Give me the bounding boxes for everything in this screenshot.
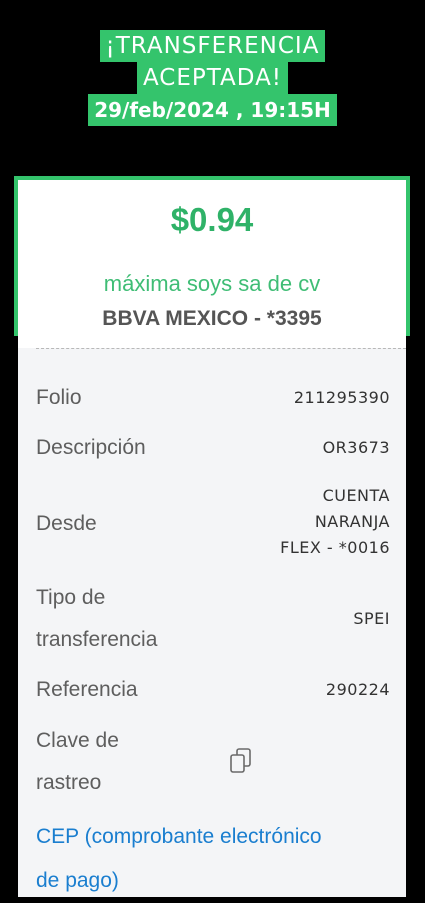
descripcion-label: Descripción xyxy=(36,436,146,459)
cep-link-line1: CEP (comprobante electrónico xyxy=(36,825,322,848)
clave-label-line1: Clave de xyxy=(36,729,119,752)
folio-label: Folio xyxy=(36,386,82,409)
copy-icon[interactable] xyxy=(228,746,254,776)
clave-label-line2: rastreo xyxy=(36,771,102,794)
success-title-line1: ¡TRANSFERENCIA xyxy=(99,30,326,62)
cep-link[interactable]: CEP (comprobante electrónico de pago) xyxy=(36,815,396,903)
descripcion-value: OR3673 xyxy=(322,438,390,457)
referencia-label: Referencia xyxy=(36,678,138,701)
cep-link-line2: de pago) xyxy=(36,869,119,892)
tipo-label-line1: Tipo de xyxy=(36,586,106,609)
dashed-divider xyxy=(36,348,406,349)
recipient-name: máxima soys sa de cv xyxy=(103,271,321,296)
transfer-datetime: 29/feb/2024 , 19:15H xyxy=(88,94,337,126)
transfer-amount: $0.94 xyxy=(170,201,254,238)
desde-label: Desde xyxy=(36,512,97,535)
desde-value-line3: FLEX - *0016 xyxy=(280,538,390,557)
recipient-bank: BBVA MEXICO - *3395 xyxy=(102,307,322,330)
desde-value-line2: NARANJA xyxy=(314,512,390,531)
tipo-value: SPEI xyxy=(353,609,390,628)
tipo-label-line2: transferencia xyxy=(36,628,158,651)
desde-value-line1: CUENTA xyxy=(322,486,390,505)
success-title-line2: ACEPTADA! xyxy=(136,62,289,94)
success-header: ¡TRANSFERENCIA ACEPTADA! 29/feb/2024 , 1… xyxy=(0,30,425,126)
referencia-value: 290224 xyxy=(325,680,390,699)
folio-value: 211295390 xyxy=(293,388,390,407)
